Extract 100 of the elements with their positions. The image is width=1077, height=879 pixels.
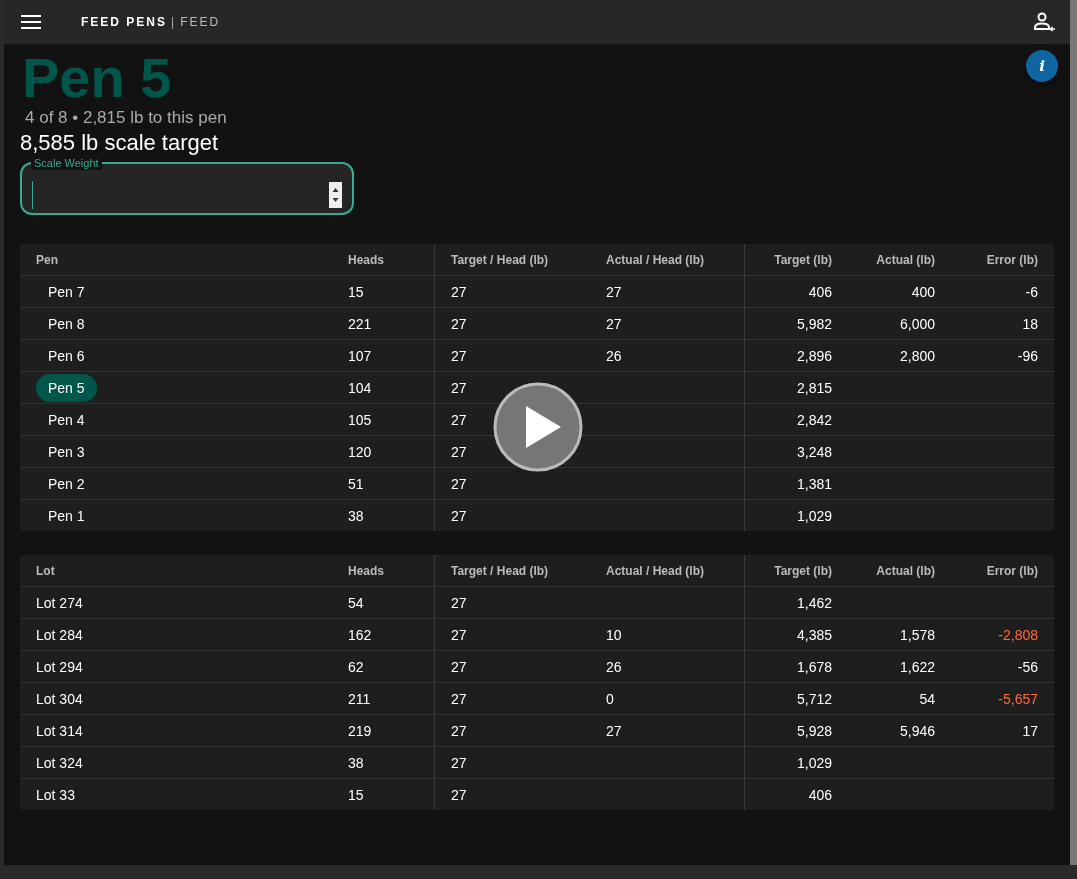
column-header: Error (lb)	[986, 252, 1038, 267]
spinner-icon[interactable]	[329, 181, 342, 208]
pen-chip[interactable]: Pen 2	[36, 469, 97, 498]
table-cell: 27	[451, 786, 467, 803]
table-cell: 15	[348, 283, 364, 300]
table-cell: 18	[1022, 315, 1038, 332]
column-header: Actual / Head (lb)	[606, 563, 704, 578]
table-cell: 107	[348, 347, 372, 364]
table-cell: 27	[606, 283, 622, 300]
column-header: Target (lb)	[774, 252, 832, 267]
table-cell: 26	[606, 347, 622, 364]
column-header: Target / Head (lb)	[451, 563, 549, 578]
table-cell: 120	[348, 443, 372, 460]
table-cell: 54	[348, 594, 364, 611]
table-cell: 1,381	[796, 475, 832, 492]
table-cell: Lot 294	[36, 658, 83, 675]
column-header: Actual (lb)	[876, 563, 935, 578]
table-cell: 6,000	[899, 315, 935, 332]
table-cell: 15	[348, 786, 364, 803]
table-cell: 27	[451, 283, 467, 300]
table-cell: 400	[911, 283, 935, 300]
column-header: Heads	[348, 252, 385, 267]
title-separator: |	[171, 15, 175, 29]
table-cell: 27	[451, 626, 467, 643]
field-label: Scale Weight	[31, 156, 102, 170]
column-header: Lot	[36, 563, 55, 578]
column-header: Actual (lb)	[876, 252, 935, 267]
table-cell: 1,578	[899, 626, 935, 643]
table-cell: 27	[451, 379, 467, 396]
pen-title: Pen 5	[21, 45, 172, 111]
table-cell: 5,928	[796, 722, 832, 739]
table-cell: 26	[606, 658, 622, 675]
table-cell: -6	[1025, 283, 1038, 300]
table-cell: 27	[451, 507, 467, 524]
table-cell: 2,815	[796, 379, 832, 396]
table-cell: -2,808	[998, 626, 1038, 643]
table-cell: 10	[606, 626, 622, 643]
user-switch-icon[interactable]	[1034, 12, 1056, 32]
scale-target: 8,585 lb scale target	[20, 130, 219, 156]
table-cell: 406	[808, 786, 832, 803]
pen-chip[interactable]: Pen 5	[36, 373, 97, 402]
column-header: Target (lb)	[774, 563, 832, 578]
table-cell: 5,946	[899, 722, 935, 739]
table-cell: 51	[348, 475, 364, 492]
table-cell: Lot 274	[36, 594, 83, 611]
scrollbar[interactable]	[1070, 0, 1077, 865]
pen-chip[interactable]: Pen 6	[36, 341, 97, 370]
pen-chip[interactable]: Pen 1	[36, 501, 97, 530]
table-cell: 1,462	[796, 594, 832, 611]
table-cell: Lot 33	[36, 786, 75, 803]
column-header: Target / Head (lb)	[451, 252, 549, 267]
table-cell: 3,248	[796, 443, 832, 460]
pen-chip[interactable]: Pen 8	[36, 309, 97, 338]
table-cell: 27	[451, 658, 467, 675]
table-cell: 2,842	[796, 411, 832, 428]
table-cell: 62	[348, 658, 364, 675]
table-cell: 27	[606, 722, 622, 739]
table-cell: Lot 304	[36, 690, 83, 707]
scrollbar[interactable]	[4, 865, 1077, 879]
play-button-icon[interactable]	[493, 382, 583, 472]
menu-icon[interactable]	[21, 15, 41, 29]
table-cell: 0	[606, 690, 614, 707]
table-cell: 1,622	[899, 658, 935, 675]
column-header: Error (lb)	[986, 563, 1038, 578]
table-cell: 4,385	[796, 626, 832, 643]
table-cell: 1,029	[796, 507, 832, 524]
table-cell: 219	[348, 722, 372, 739]
column-header: Pen	[36, 252, 58, 267]
table-cell: 54	[919, 690, 935, 707]
table-cell: Lot 284	[36, 626, 83, 643]
table-cell: 27	[451, 594, 467, 611]
table-cell: 221	[348, 315, 372, 332]
table-cell: 2,800	[899, 347, 935, 364]
app-subtitle: FEED	[180, 15, 221, 29]
table-cell: Lot 314	[36, 722, 83, 739]
table-cell: 104	[348, 379, 372, 396]
table-cell: 27	[451, 754, 467, 771]
table-cell: 27	[451, 722, 467, 739]
table-cell: 27	[451, 690, 467, 707]
table-cell: 1,678	[796, 658, 832, 675]
table-cell: -56	[1017, 658, 1038, 675]
pen-chip[interactable]: Pen 7	[36, 277, 97, 306]
table-cell: 162	[348, 626, 372, 643]
column-header: Heads	[348, 563, 385, 578]
column-header: Actual / Head (lb)	[606, 252, 704, 267]
table-cell: 406	[808, 283, 832, 300]
table-cell: 211	[348, 690, 371, 707]
pen-chip[interactable]: Pen 4	[36, 405, 97, 434]
table-cell: 5,982	[796, 315, 832, 332]
table-cell: 105	[348, 411, 372, 428]
pen-summary: 4 of 8 • 2,815 lb to this pen	[25, 108, 227, 128]
table-cell: 27	[451, 315, 467, 332]
info-button[interactable]: i	[1026, 50, 1058, 82]
table-cell: 27	[451, 411, 467, 428]
pen-chip[interactable]: Pen 3	[36, 437, 97, 466]
table-cell: 17	[1022, 722, 1038, 739]
table-cell: 38	[348, 507, 364, 524]
table-cell: 27	[451, 443, 467, 460]
table-cell: 2,896	[796, 347, 832, 364]
table-cell: 27	[451, 347, 467, 364]
